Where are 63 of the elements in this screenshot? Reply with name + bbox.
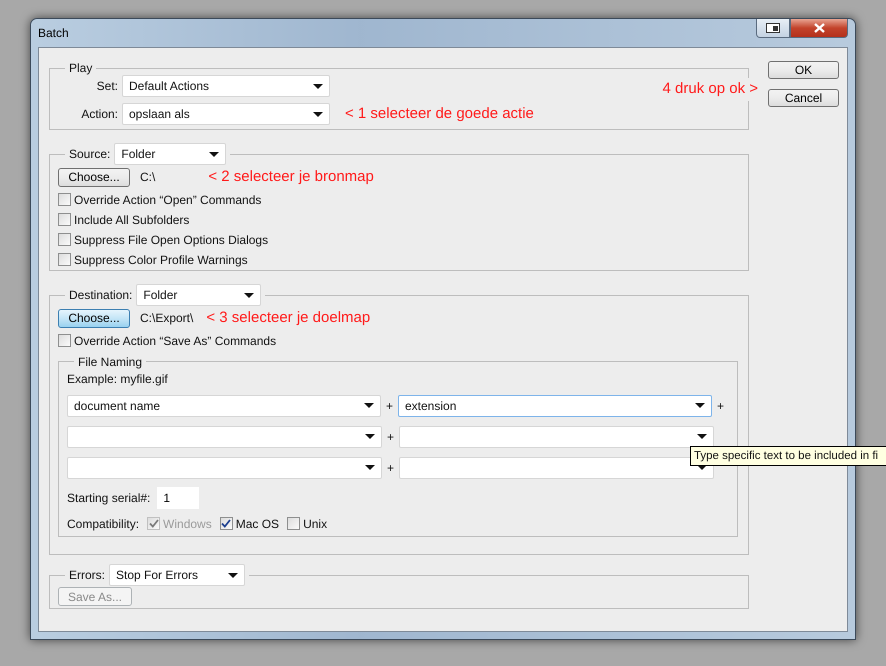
caret-icon: [313, 112, 323, 117]
field-label: Destination:: [69, 288, 132, 302]
checkbox-label: Suppress File Open Options Dialogs: [74, 232, 268, 248]
caret-icon: [313, 84, 323, 88]
dropdown[interactable]: Folder: [136, 284, 262, 306]
example-text: Example: myfile.gif: [67, 370, 169, 388]
serial-field[interactable]: 1: [157, 486, 200, 508]
plus-sign: +: [716, 398, 726, 414]
field-label: Errors:: [69, 568, 105, 582]
annotation-note: 4 druk op ok >: [662, 78, 758, 100]
ok-button[interactable]: OK: [768, 61, 839, 79]
checkbox-label: Mac OS: [236, 516, 280, 532]
checkbox-label: Override Action “Save As” Commands: [74, 332, 276, 350]
plus-sign: +: [386, 428, 395, 446]
caret-icon: [697, 434, 707, 439]
checkbox-label: Windows: [163, 516, 212, 532]
group-title: File Naming: [77, 354, 144, 368]
checkbox-label: Suppress Color Profile Warnings: [74, 252, 248, 268]
close-button[interactable]: [790, 19, 848, 38]
field-label: Compatibility:: [67, 516, 140, 532]
checkbox[interactable]: [58, 334, 71, 347]
dropdown[interactable]: opslaan als: [122, 103, 330, 126]
plus-sign: +: [386, 460, 395, 476]
field-label: Starting serial#:: [67, 490, 150, 506]
checkbox[interactable]: [58, 233, 71, 246]
annotation-note: < 3 selecteer je doelmap: [206, 308, 370, 328]
tooltip: Type specific text to be included in fi: [690, 446, 886, 466]
caret-icon: [228, 572, 238, 578]
dropdown[interactable]: Stop For Errors: [109, 564, 245, 586]
field-label: Set:: [96, 78, 118, 95]
checkbox[interactable]: [220, 517, 233, 530]
choose-button[interactable]: Choose...: [58, 168, 130, 187]
checkbox-label: Include All Subfolders: [74, 212, 190, 228]
caret-icon: [365, 465, 375, 470]
caret-icon: [364, 403, 374, 408]
annotation-note: < 2 selecteer je bronmap: [208, 167, 374, 187]
checkbox-label: Unix: [303, 516, 328, 532]
checkbox[interactable]: [287, 517, 300, 530]
checkbox[interactable]: [58, 253, 71, 266]
cancel-button[interactable]: Cancel: [768, 89, 839, 107]
caret-icon: [365, 434, 375, 439]
dropdown[interactable]: extension: [398, 394, 712, 416]
folder-path: C:\Export\: [140, 310, 194, 328]
folder-path: C:\: [140, 169, 156, 186]
caret-icon: [244, 292, 254, 298]
dropdown[interactable]: document name: [67, 394, 382, 416]
checkbox[interactable]: [58, 193, 71, 206]
checkbox[interactable]: [58, 213, 71, 226]
window-button[interactable]: [756, 19, 790, 38]
plus-sign: +: [385, 398, 394, 414]
group-title: Play: [68, 61, 94, 75]
field-label: Source:: [69, 147, 110, 161]
caret-icon: [209, 152, 220, 156]
close-icon: [814, 23, 824, 33]
dropdown[interactable]: Folder: [114, 143, 226, 165]
dropdown[interactable]: Default Actions: [122, 75, 330, 97]
field-label: Action:: [80, 106, 118, 124]
window-title: Batch: [38, 25, 69, 42]
checkbox-label: Override Action “Open” Commands: [74, 192, 262, 208]
window-icon: [766, 23, 780, 33]
caret-icon: [695, 403, 706, 408]
choose-button[interactable]: Choose...: [58, 308, 130, 328]
annotation-note: < 1 selecteer de goede actie: [345, 104, 534, 124]
